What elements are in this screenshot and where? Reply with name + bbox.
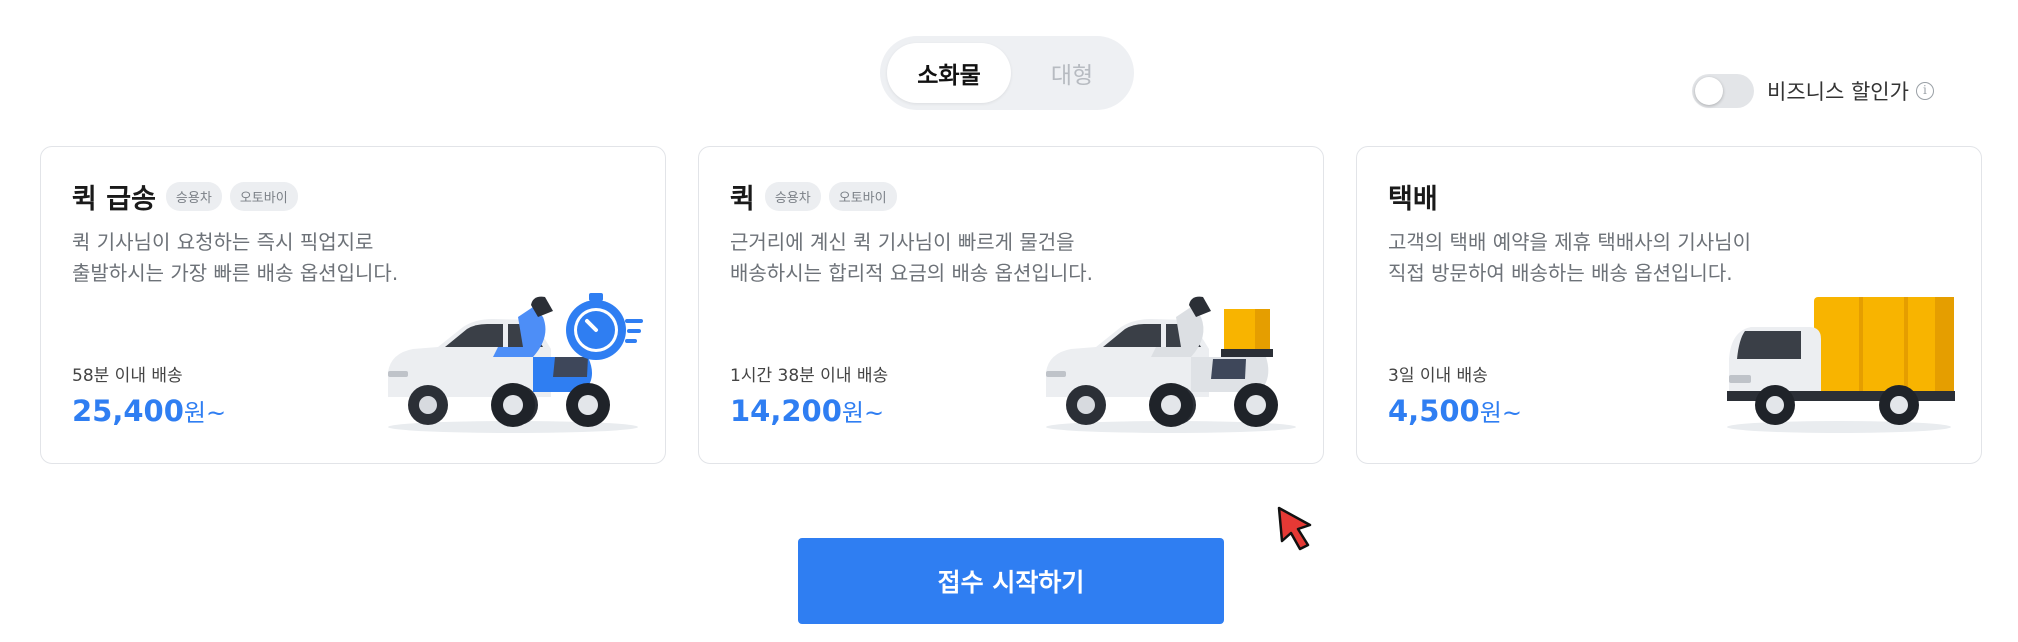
card-title: 퀵 급송 (72, 184, 156, 215)
start-order-button[interactable]: 접수 시작하기 (798, 538, 1224, 624)
card-title: 퀵 (730, 184, 755, 215)
delivery-truck-illustration (1727, 297, 1955, 433)
delivery-eta: 3일 이내 배송 (1388, 366, 1488, 386)
business-discount: 비즈니스 할인가 i (1692, 74, 1934, 108)
delivery-eta: 58분 이내 배송 (72, 366, 183, 386)
card-description: 근거리에 계신 퀵 기사님이 빠르게 물건을 배송하시는 합리적 요금의 배송 … (730, 230, 1093, 285)
card-description: 고객의 택배 예약을 제휴 택배사의 기사님이 직접 방문하여 배송하는 배송 … (1388, 230, 1751, 285)
price-amount: 4,500 (1388, 394, 1480, 428)
price: 4,500원~ (1388, 393, 1522, 428)
business-discount-switch[interactable] (1692, 74, 1754, 108)
segment-large-cargo[interactable]: 대형 (1016, 43, 1128, 103)
switch-knob (1695, 77, 1723, 105)
tag-motorbike: 오토바이 (229, 182, 298, 211)
delivery-eta: 1시간 38분 이내 배송 (730, 366, 889, 386)
business-discount-label: 비즈니스 할인가 (1767, 80, 1909, 104)
card-title: 택배 (1388, 184, 1438, 215)
card-quick[interactable]: 퀵 승용차 오토바이 근거리에 계신 퀵 기사님이 빠르게 물건을 배송하시는 … (698, 146, 1324, 464)
price-amount: 14,200 (730, 394, 842, 428)
segment-small-cargo[interactable]: 소화물 (887, 43, 1011, 103)
cargo-size-toggle: 소화물 대형 (880, 36, 1134, 110)
car-scooter-box-illustration (1046, 296, 1296, 433)
card-description: 퀵 기사님이 요청하는 즉시 픽업지로 출발하시는 가장 빠른 배송 옵션입니다… (72, 230, 399, 285)
price-amount: 25,400 (72, 394, 184, 428)
tag-car: 승용차 (165, 182, 222, 211)
mouse-cursor-icon (1277, 506, 1312, 551)
price-unit: 원~ (841, 399, 885, 427)
price-unit: 원~ (183, 399, 227, 427)
price: 25,400원~ (72, 393, 226, 428)
tag-motorbike: 오토바이 (828, 182, 897, 211)
price: 14,200원~ (730, 393, 884, 428)
price-unit: 원~ (1479, 399, 1522, 427)
card-parcel[interactable]: 택배 고객의 택배 예약을 제휴 택배사의 기사님이 직접 방문하여 배송하는 … (1356, 146, 1982, 464)
car-scooter-timer-illustration (388, 293, 643, 433)
card-quick-express[interactable]: 퀵 급송 승용차 오토바이 퀵 기사님이 요청하는 즉시 픽업지로 출발하시는 … (40, 146, 666, 464)
info-icon[interactable]: i (1915, 82, 1934, 100)
tag-car: 승용차 (764, 182, 821, 211)
